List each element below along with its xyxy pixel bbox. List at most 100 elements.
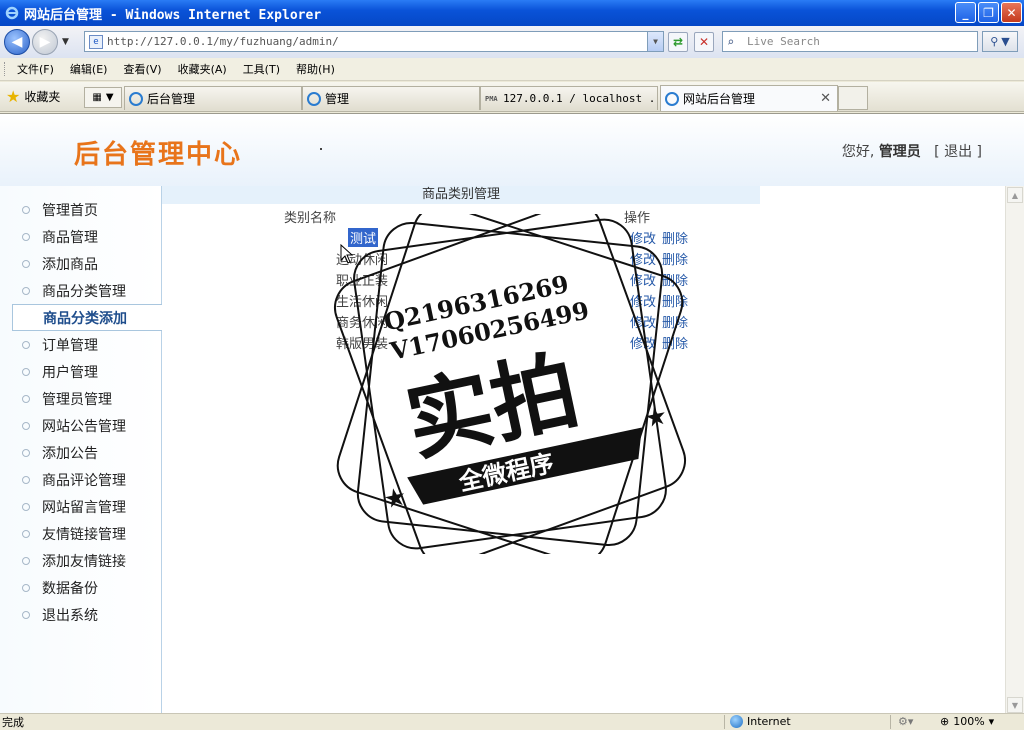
bullet-icon	[22, 205, 30, 214]
user-greeting: 您好, 管理员 [ 退出 ]	[842, 141, 982, 161]
scroll-down-icon[interactable]: ▼	[1007, 697, 1023, 713]
window-titlebar: 网站后台管理 - Windows Internet Explorer _ ❐ ✕	[0, 0, 1024, 26]
tab-guanli[interactable]: 管理	[302, 86, 480, 110]
sidebar-item-messages[interactable]: 网站留言管理	[0, 493, 162, 520]
menu-help[interactable]: 帮助(H)	[296, 61, 335, 77]
bullet-icon	[22, 502, 30, 511]
username: 管理员	[878, 144, 921, 160]
delete-link[interactable]: 删除	[662, 232, 688, 247]
history-dropdown-icon[interactable]: ▼	[62, 37, 69, 47]
sidebar-item-exit[interactable]: 退出系统	[0, 601, 162, 628]
sidebar-item-add-category[interactable]: 商品分类添加	[12, 304, 162, 331]
menu-tools[interactable]: 工具(T)	[243, 61, 280, 77]
close-window-button[interactable]: ✕	[1001, 2, 1022, 23]
search-input[interactable]: ⌕ Live Search	[722, 31, 978, 52]
menu-edit[interactable]: 编辑(E)	[70, 61, 108, 77]
search-button[interactable]: ⚲ ▼	[982, 31, 1018, 52]
vertical-scrollbar[interactable]: ▲ ▼	[1005, 186, 1024, 713]
favorites-label: 收藏夹	[24, 90, 61, 104]
quick-tabs-icon: ▦	[92, 92, 102, 103]
status-divider	[724, 715, 725, 729]
scroll-up-icon[interactable]: ▲	[1007, 187, 1023, 203]
menu-file[interactable]: 文件(F)	[17, 61, 54, 77]
zoom-dropdown-icon[interactable]: ▾	[989, 715, 995, 728]
header-dot	[320, 148, 322, 150]
sidebar-item-notices[interactable]: 网站公告管理	[0, 412, 162, 439]
row-actions: 修改 删除	[630, 312, 694, 331]
protected-mode-icon[interactable]: ⚙▾	[898, 715, 913, 728]
sidebar-item-products[interactable]: 商品管理	[0, 223, 162, 250]
refresh-button[interactable]: ⇄	[668, 32, 688, 52]
sidebar-item-reviews[interactable]: 商品评论管理	[0, 466, 162, 493]
address-input[interactable]: e http://127.0.0.1/my/fuzhuang/admin/ ▼	[84, 31, 664, 52]
sidebar-item-categories[interactable]: 商品分类管理	[0, 277, 162, 304]
menu-favorites[interactable]: 收藏夹(A)	[178, 61, 227, 77]
bullet-icon	[22, 259, 30, 268]
address-text: http://127.0.0.1/my/fuzhuang/admin/	[107, 35, 339, 48]
status-text: 完成	[2, 715, 24, 729]
tab-label: 127.0.0.1 / localhost ...	[503, 92, 658, 105]
sidebar-item-label: 商品分类添加	[43, 310, 127, 327]
category-name: 商务休闲	[336, 316, 389, 331]
ie-page-icon	[665, 91, 679, 106]
sidebar-item-orders[interactable]: 订单管理	[0, 331, 162, 358]
bullet-icon	[22, 394, 30, 403]
sidebar-item-add-link[interactable]: 添加友情链接	[0, 547, 162, 574]
menu-view[interactable]: 查看(V)	[123, 61, 161, 77]
forward-button[interactable]: ▶	[32, 29, 58, 55]
sidebar-item-label: 数据备份	[42, 580, 98, 597]
back-button[interactable]: ◀	[4, 29, 30, 55]
security-zone[interactable]: Internet	[730, 715, 791, 728]
favorites-button[interactable]: ★ 收藏夹	[6, 87, 60, 106]
sidebar-item-backup[interactable]: 数据备份	[0, 574, 162, 601]
brand-title: 后台管理中心	[74, 140, 243, 170]
sidebar-item-label: 商品分类管理	[42, 283, 126, 300]
edit-link[interactable]: 修改	[630, 295, 656, 310]
sidebar-item-label: 添加公告	[42, 445, 98, 462]
sidebar-item-label: 管理员管理	[42, 391, 112, 408]
delete-link[interactable]: 删除	[662, 274, 688, 289]
sidebar-item-label: 管理首页	[42, 202, 98, 219]
delete-link[interactable]: 删除	[662, 253, 688, 268]
page-icon: e	[89, 34, 103, 49]
star-icon: ★	[6, 87, 21, 106]
sidebar-item-add-notice[interactable]: 添加公告	[0, 439, 162, 466]
page-header: 后台管理中心 您好, 管理员 [ 退出 ]	[0, 114, 1024, 186]
ie-logo-icon	[4, 5, 20, 21]
minimize-button[interactable]: _	[955, 2, 976, 23]
column-header-name: 类别名称	[284, 211, 337, 226]
edit-link[interactable]: 修改	[630, 316, 656, 331]
edit-link[interactable]: 修改	[630, 232, 656, 247]
delete-link[interactable]: 删除	[662, 316, 688, 331]
bullet-icon	[22, 610, 30, 619]
new-tab-button[interactable]	[838, 86, 868, 110]
sidebar-item-users[interactable]: 用户管理	[0, 358, 162, 385]
edit-link[interactable]: 修改	[630, 274, 656, 289]
tab-list-dropdown-icon[interactable]: ▼	[106, 92, 114, 103]
sidebar-item-home[interactable]: 管理首页	[0, 196, 162, 223]
tab-active[interactable]: 网站后台管理 ✕	[660, 85, 838, 111]
ie-page-icon	[129, 91, 143, 106]
delete-link[interactable]: 删除	[662, 337, 688, 352]
restore-button[interactable]: ❐	[978, 2, 999, 23]
close-tab-icon[interactable]: ✕	[820, 91, 831, 106]
sidebar-item-links[interactable]: 友情链接管理	[0, 520, 162, 547]
address-dropdown-icon[interactable]: ▼	[647, 32, 663, 51]
stop-button[interactable]: ✕	[694, 32, 714, 52]
zoom-control[interactable]: ⊕ 100% ▾	[940, 715, 994, 728]
menu-bar: 文件(F) 编辑(E) 查看(V) 收藏夹(A) 工具(T) 帮助(H)	[0, 58, 1024, 81]
main-panel: 商品类别管理 类别名称 操作 测试 修改 删除 运动休闲 修改 删除 职业正装 修改…	[162, 186, 1004, 713]
quick-tabs-button[interactable]: ▦ ▼	[84, 87, 122, 108]
column-header-ops: 操作	[624, 211, 651, 226]
sidebar-item-add-product[interactable]: 添加商品	[0, 250, 162, 277]
sidebar-item-admins[interactable]: 管理员管理	[0, 385, 162, 412]
logout-link[interactable]: [ 退出 ]	[934, 144, 982, 160]
status-bar: 完成 Internet ⚙▾ ⊕ 100% ▾	[0, 713, 1024, 729]
tab-phpmyadmin[interactable]: PMA 127.0.0.1 / localhost ...	[480, 86, 658, 110]
search-options-icon[interactable]: ▼	[1001, 35, 1009, 48]
edit-link[interactable]: 修改	[630, 337, 656, 352]
edit-link[interactable]: 修改	[630, 253, 656, 268]
back-arrow-icon: ◀	[11, 34, 23, 50]
tab-houtai[interactable]: 后台管理	[124, 86, 302, 110]
delete-link[interactable]: 删除	[662, 295, 688, 310]
